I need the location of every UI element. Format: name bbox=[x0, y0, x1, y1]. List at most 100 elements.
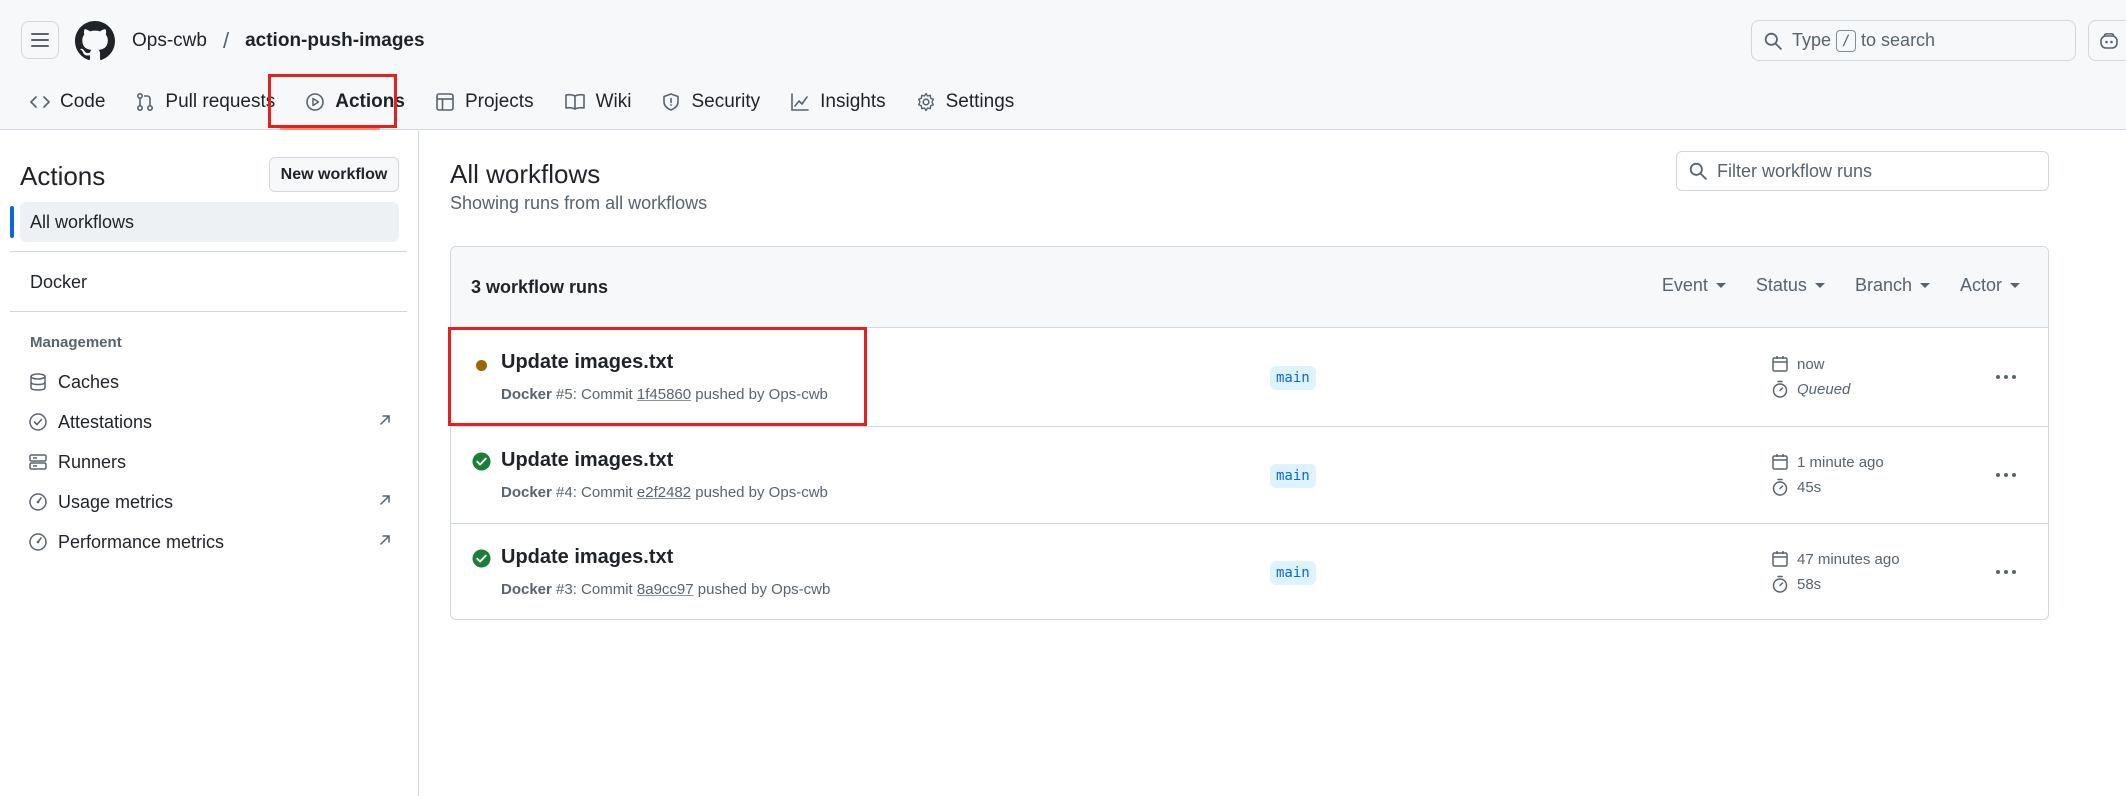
run-menu-button[interactable] bbox=[1991, 557, 2021, 587]
sidebar-item-label: Runners bbox=[58, 451, 127, 472]
filter-placeholder: Filter workflow runs bbox=[1717, 160, 1873, 181]
run-when: 47 minutes ago bbox=[1797, 550, 1900, 568]
sidebar-item-performance-metrics[interactable]: Performance metrics bbox=[28, 524, 392, 560]
run-timestamp: now bbox=[1771, 355, 1825, 373]
branch-label[interactable]: main bbox=[1270, 464, 1316, 488]
branch-label[interactable]: main bbox=[1270, 366, 1316, 390]
run-duration: 45s bbox=[1771, 478, 1821, 496]
event-filter-dropdown[interactable]: Event bbox=[1662, 275, 1726, 296]
branch-label[interactable]: main bbox=[1270, 561, 1316, 585]
tab-insights[interactable]: Insights bbox=[780, 82, 895, 122]
tab-label: Insights bbox=[820, 91, 886, 112]
tab-settings[interactable]: Settings bbox=[906, 82, 1025, 122]
run-pushed-by: pushed by Ops-cwb bbox=[695, 386, 828, 403]
tab-label: Pull requests bbox=[165, 91, 276, 112]
runs-count: 3 workflow runs bbox=[471, 277, 609, 297]
run-when: 1 minute ago bbox=[1797, 453, 1884, 471]
run-commit-word: : Commit bbox=[572, 386, 633, 403]
hamburger-icon bbox=[31, 33, 49, 47]
run-workflow-name: Docker bbox=[501, 484, 552, 501]
sidebar-item-label: All workflows bbox=[30, 211, 135, 232]
gear-icon bbox=[917, 92, 934, 112]
status-filter-dropdown[interactable]: Status bbox=[1756, 275, 1825, 296]
hamburger-menu-button[interactable] bbox=[21, 21, 59, 59]
dropdown-label: Event bbox=[1661, 275, 1708, 295]
repo-tabs: Code Pull requests Actions Projects Wiki… bbox=[20, 82, 1034, 122]
sidebar-item-caches[interactable]: Caches bbox=[28, 364, 392, 400]
run-commit-word: : Commit bbox=[572, 484, 633, 501]
commit-sha-link[interactable]: e2f2482 bbox=[637, 484, 691, 501]
calendar-icon bbox=[1772, 551, 1788, 567]
run-duration-value: 58s bbox=[1797, 575, 1822, 593]
filter-workflow-runs-input[interactable]: Filter workflow runs bbox=[1676, 151, 2049, 191]
run-when: now bbox=[1797, 355, 1825, 373]
run-pushed-by: pushed by Ops-cwb bbox=[697, 581, 831, 598]
sidebar-item-all-workflows[interactable]: All workflows bbox=[10, 202, 399, 242]
code-icon bbox=[30, 96, 50, 108]
branch-filter-dropdown[interactable]: Branch bbox=[1855, 275, 1930, 296]
tab-pull-requests[interactable]: Pull requests bbox=[125, 82, 285, 122]
tab-code[interactable]: Code bbox=[20, 82, 115, 122]
run-timestamp: 47 minutes ago bbox=[1771, 550, 1900, 568]
run-title-link[interactable]: Update images.txt bbox=[501, 546, 673, 569]
search-suffix: to search bbox=[1861, 30, 1936, 50]
verified-icon bbox=[29, 413, 47, 431]
tab-actions[interactable]: Actions bbox=[295, 82, 415, 122]
tab-label: Security bbox=[691, 91, 761, 112]
sidebar-item-attestations[interactable]: Attestations bbox=[28, 404, 392, 440]
sidebar-item-label: Usage metrics bbox=[58, 491, 174, 512]
new-workflow-button[interactable]: New workflow bbox=[269, 157, 399, 192]
run-menu-button[interactable] bbox=[1991, 362, 2021, 392]
sidebar-item-usage-metrics[interactable]: Usage metrics bbox=[28, 484, 392, 520]
commit-sha-link[interactable]: 8a9cc97 bbox=[637, 581, 694, 598]
tab-label: Settings bbox=[945, 91, 1015, 112]
sidebar-item-runners[interactable]: Runners bbox=[28, 444, 392, 480]
repo-link[interactable]: action-push-images bbox=[245, 30, 424, 52]
workflow-run-row[interactable]: Update images.txt Docker #3: Commit 8a9c… bbox=[451, 524, 2048, 619]
tab-wiki[interactable]: Wiki bbox=[554, 82, 642, 122]
tab-security[interactable]: Security bbox=[651, 82, 770, 122]
sidebar-item-label: Performance metrics bbox=[58, 531, 225, 552]
calendar-icon bbox=[1772, 454, 1788, 470]
tab-label: Actions bbox=[335, 91, 405, 112]
run-meta: Docker #3: Commit 8a9cc97 pushed by Ops-… bbox=[501, 581, 830, 598]
copilot-button[interactable] bbox=[2088, 20, 2126, 61]
global-search-input[interactable]: Type / to search bbox=[1751, 20, 2076, 61]
search-icon bbox=[1764, 32, 1782, 50]
sidebar-item-label: Docker bbox=[30, 271, 88, 292]
caret-down-icon bbox=[1715, 283, 1726, 288]
actions-sidebar: Actions New workflow All workflows Docke… bbox=[0, 131, 419, 796]
search-icon bbox=[1689, 162, 1707, 180]
database-icon bbox=[30, 373, 46, 391]
sidebar-divider bbox=[10, 251, 407, 252]
breadcrumb-separator: / bbox=[222, 28, 230, 53]
workflow-run-row[interactable]: Update images.txt Docker #5: Commit 1f45… bbox=[451, 329, 2048, 426]
management-heading: Management bbox=[30, 334, 122, 351]
run-number: #5 bbox=[556, 386, 573, 403]
book-icon bbox=[564, 93, 585, 110]
queued-status-icon bbox=[476, 360, 487, 371]
kebab-horizontal-icon bbox=[1996, 570, 2016, 574]
run-title-link[interactable]: Update images.txt bbox=[501, 351, 673, 374]
owner-link[interactable]: Ops-cwb bbox=[132, 30, 207, 52]
check-circle-fill-icon bbox=[472, 452, 491, 471]
workflow-run-row[interactable]: Update images.txt Docker #4: Commit e2f2… bbox=[451, 427, 2048, 524]
sidebar-item-label: Caches bbox=[58, 371, 120, 392]
caret-down-icon bbox=[1919, 283, 1930, 288]
check-circle-fill-icon bbox=[472, 549, 491, 568]
run-menu-button[interactable] bbox=[1991, 460, 2021, 490]
table-icon bbox=[436, 93, 454, 111]
page-title: All workflows bbox=[450, 159, 601, 189]
commit-sha-link[interactable]: 1f45860 bbox=[637, 386, 691, 403]
actor-filter-dropdown[interactable]: Actor bbox=[1960, 275, 2020, 296]
repo-header: Ops-cwb / action-push-images Type / to s… bbox=[0, 0, 2126, 130]
search-shortcut-key: / bbox=[1836, 29, 1857, 52]
tab-projects[interactable]: Projects bbox=[425, 82, 544, 122]
workflow-runs-list: 3 workflow runs Event Status Branch Acto… bbox=[450, 246, 2049, 620]
run-title-link[interactable]: Update images.txt bbox=[501, 449, 673, 472]
run-duration-value: 45s bbox=[1797, 478, 1822, 496]
dropdown-label: Status bbox=[1755, 275, 1807, 295]
github-logo-icon[interactable] bbox=[75, 21, 115, 61]
sidebar-item-docker[interactable]: Docker bbox=[20, 262, 399, 302]
play-icon bbox=[306, 93, 325, 111]
